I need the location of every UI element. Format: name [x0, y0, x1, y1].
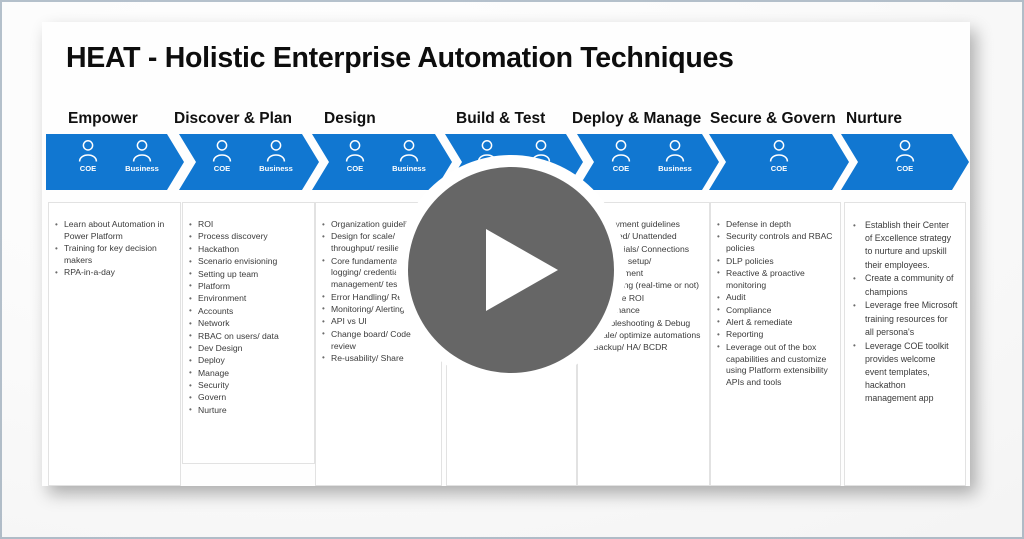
- chevron-nurture[interactable]: COE: [841, 134, 969, 190]
- list-item: Audit: [715, 292, 833, 304]
- card-discover-plan: ROIProcess discoveryHackathonScenario en…: [182, 202, 315, 464]
- stage-label-design: Design: [324, 110, 376, 127]
- list-item: Accounts: [187, 305, 307, 318]
- list-item: Scenario envisioning: [187, 256, 307, 268]
- list-item: Nurture: [187, 404, 307, 417]
- stage-label-empower: Empower: [68, 110, 138, 127]
- stage-label-build-test: Build & Test: [456, 110, 546, 127]
- list-item: Compliance: [715, 304, 833, 317]
- list-item: Security: [187, 380, 307, 392]
- person-icon: [211, 139, 233, 163]
- person-icon: [344, 139, 366, 163]
- persona-discover-plan-0: COE: [195, 134, 249, 173]
- list-item: Alert & remediate: [715, 316, 833, 329]
- list-item: Leverage free Microsoft training resourc…: [849, 299, 958, 339]
- list-item: Deploy: [187, 355, 307, 367]
- person-icon: [265, 139, 287, 163]
- screenshot-root: HEAT - Holistic Enterprise Automation Te…: [0, 0, 1024, 539]
- stage-label-nurture: Nurture: [846, 110, 902, 127]
- persona-label: Business: [125, 164, 159, 173]
- list-item: Learn about Automation in Power Platform: [53, 219, 173, 243]
- chevron-discover-plan[interactable]: COE Business: [179, 134, 319, 190]
- persona-label: COE: [213, 164, 231, 173]
- list-item: DLP policies: [715, 255, 833, 268]
- bullet-list: Defense in depthSecurity controls and RB…: [715, 219, 833, 389]
- list-item: Reactive & proactive monitoring: [715, 267, 833, 292]
- persona-secure-govern-0: COE: [752, 134, 806, 173]
- person-icon: [894, 139, 916, 163]
- list-item: Platform: [187, 280, 307, 293]
- list-item: RBAC on users/ data: [187, 330, 307, 343]
- person-icon: [768, 139, 790, 163]
- list-item: Manage: [187, 367, 307, 380]
- stage-label-deploy-manage: Deploy & Manage: [572, 110, 702, 127]
- card-secure-govern: Defense in depthSecurity controls and RB…: [710, 202, 841, 486]
- list-item: Setting up team: [187, 268, 307, 281]
- persona-label: COE: [770, 164, 788, 173]
- list-item: ROI: [187, 219, 307, 231]
- persona-label: COE: [79, 164, 97, 173]
- list-item: Security controls and RBAC policies: [715, 231, 833, 255]
- page-title: HEAT - Holistic Enterprise Automation Te…: [66, 42, 734, 74]
- list-item: Govern: [187, 392, 307, 404]
- person-icon: [664, 139, 686, 163]
- bullet-list: Learn about Automation in Power Platform…: [53, 219, 173, 279]
- chevron-empower[interactable]: COE Business: [46, 134, 184, 190]
- list-item: Training for key decision makers: [53, 243, 173, 267]
- bullet-list: ROIProcess discoveryHackathonScenario en…: [187, 219, 307, 417]
- stage-label-secure-govern: Secure & Govern: [710, 110, 836, 127]
- list-item: Dev Design: [187, 342, 307, 355]
- persona-deploy-manage-1: Business: [648, 134, 702, 173]
- list-item: Reporting: [715, 329, 833, 341]
- list-item: Leverage COE toolkit provides welcome ev…: [849, 339, 958, 406]
- card-empower: Learn about Automation in Power Platform…: [48, 202, 181, 486]
- list-item: Defense in depth: [715, 219, 833, 231]
- persona-label: Business: [259, 164, 293, 173]
- person-icon: [131, 139, 153, 163]
- persona-empower-0: COE: [61, 134, 115, 173]
- person-icon: [77, 139, 99, 163]
- list-item: Create a community of champions: [849, 272, 958, 298]
- persona-label: Business: [658, 164, 692, 173]
- persona-discover-plan-1: Business: [249, 134, 303, 173]
- play-triangle-icon: [486, 229, 558, 311]
- list-item: RPA-in-a-day: [53, 267, 173, 279]
- persona-empower-1: Business: [115, 134, 169, 173]
- list-item: Establish their Center of Excellence str…: [849, 219, 958, 272]
- list-item: Process discovery: [187, 231, 307, 243]
- persona-design-0: COE: [328, 134, 382, 173]
- persona-nurture-0: COE: [878, 134, 932, 173]
- card-nurture: Establish their Center of Excellence str…: [844, 202, 966, 486]
- stage-label-discover-plan: Discover & Plan: [174, 110, 293, 127]
- chevron-secure-govern[interactable]: COE: [709, 134, 849, 190]
- bullet-list: Establish their Center of Excellence str…: [849, 219, 958, 406]
- list-item: Hackathon: [187, 243, 307, 256]
- list-item: Leverage out of the box capabilities and…: [715, 341, 833, 389]
- video-play-button[interactable]: [396, 155, 626, 385]
- list-item: Network: [187, 318, 307, 330]
- persona-label: COE: [346, 164, 364, 173]
- persona-label: COE: [896, 164, 914, 173]
- list-item: Environment: [187, 293, 307, 305]
